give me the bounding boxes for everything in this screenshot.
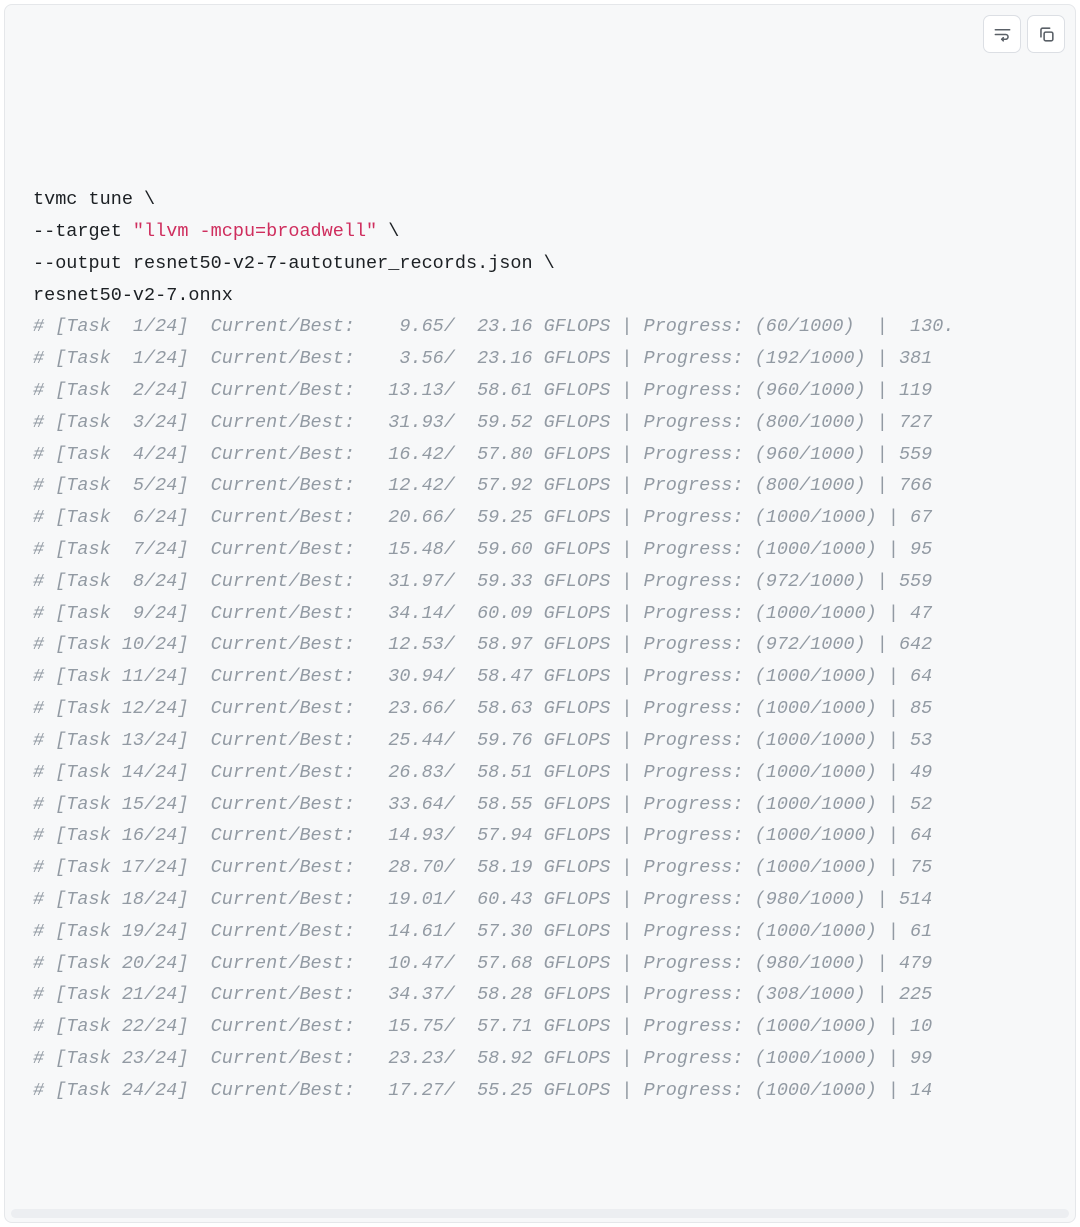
wrap-icon [993,25,1012,44]
output-line: # [Task 9/24] Current/Best: 34.14/ 60.09… [33,603,932,624]
output-line: # [Task 7/24] Current/Best: 15.48/ 59.60… [33,539,932,560]
cmd-target-string: "llvm -mcpu=broadwell" [133,221,377,242]
cmd-line-3: --output resnet50-v2-7-autotuner_records… [33,253,555,274]
output-line: # [Task 12/24] Current/Best: 23.66/ 58.6… [33,698,932,719]
output-line: # [Task 6/24] Current/Best: 20.66/ 59.25… [33,507,932,528]
output-line: # [Task 3/24] Current/Best: 31.93/ 59.52… [33,412,932,433]
cmd-line-2-pre: --target [33,221,133,242]
output-line: # [Task 2/24] Current/Best: 13.13/ 58.61… [33,380,932,401]
output-line: # [Task 4/24] Current/Best: 16.42/ 57.80… [33,444,932,465]
output-line: # [Task 1/24] Current/Best: 3.56/ 23.16 … [33,348,932,369]
code-block: tvmc tune \ --target "llvm -mcpu=broadwe… [4,4,1076,1223]
cmd-line-4: resnet50-v2-7.onnx [33,285,233,306]
output-line: # [Task 13/24] Current/Best: 25.44/ 59.7… [33,730,932,751]
output-line: # [Task 5/24] Current/Best: 12.42/ 57.92… [33,475,932,496]
output-line: # [Task 23/24] Current/Best: 23.23/ 58.9… [33,1048,932,1069]
cmd-line-1: tvmc tune \ [33,189,155,210]
code-toolbar [983,15,1065,53]
output-line: # [Task 15/24] Current/Best: 33.64/ 58.5… [33,794,932,815]
output-line: # [Task 21/24] Current/Best: 34.37/ 58.2… [33,984,932,1005]
output-line: # [Task 17/24] Current/Best: 28.70/ 58.1… [33,857,932,878]
output-line: # [Task 24/24] Current/Best: 17.27/ 55.2… [33,1080,932,1101]
copy-icon [1037,25,1056,44]
output-line: # [Task 1/24] Current/Best: 9.65/ 23.16 … [33,316,954,337]
output-line: # [Task 16/24] Current/Best: 14.93/ 57.9… [33,825,932,846]
wrap-button[interactable] [983,15,1021,53]
output-line: # [Task 18/24] Current/Best: 19.01/ 60.4… [33,889,932,910]
copy-button[interactable] [1027,15,1065,53]
code-content: tvmc tune \ --target "llvm -mcpu=broadwe… [33,184,1075,1107]
output-line: # [Task 11/24] Current/Best: 30.94/ 58.4… [33,666,932,687]
horizontal-scrollbar-track[interactable] [11,1209,1069,1218]
output-line: # [Task 22/24] Current/Best: 15.75/ 57.7… [33,1016,932,1037]
output-line: # [Task 14/24] Current/Best: 26.83/ 58.5… [33,762,932,783]
output-line: # [Task 8/24] Current/Best: 31.97/ 59.33… [33,571,932,592]
output-line: # [Task 10/24] Current/Best: 12.53/ 58.9… [33,634,932,655]
cmd-line-2-post: \ [377,221,399,242]
output-line: # [Task 19/24] Current/Best: 14.61/ 57.3… [33,921,932,942]
output-line: # [Task 20/24] Current/Best: 10.47/ 57.6… [33,953,932,974]
